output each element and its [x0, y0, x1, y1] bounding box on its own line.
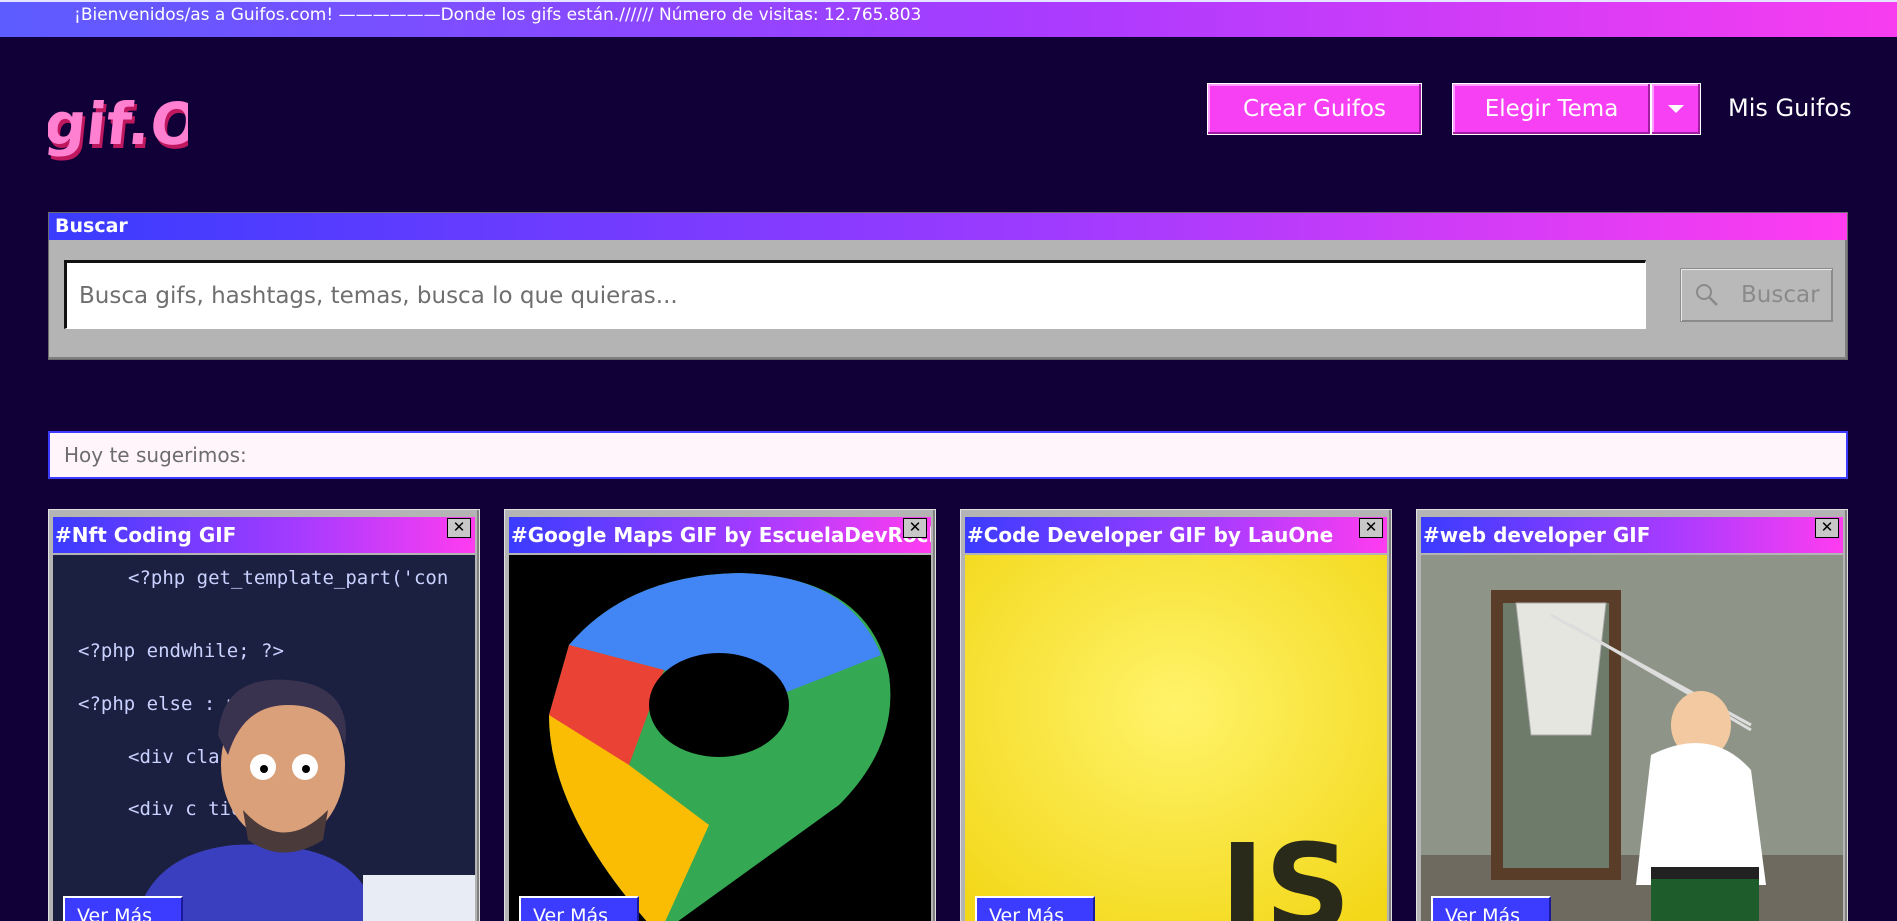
search-button[interactable]: Buscar: [1680, 268, 1833, 322]
js-logo-text: JS: [1213, 820, 1351, 921]
ver-mas-button[interactable]: Ver Más: [1431, 896, 1551, 921]
code-line: <?php endwhile; ?>: [78, 640, 284, 662]
gif-card: #web developer GIF ✕ Ver Más: [1416, 509, 1848, 921]
gif-card-title-text: #Google Maps GIF by EscuelaDevRock: [511, 523, 931, 547]
gif-card: #Nft Coding GIF ✕ <?php get_template_par…: [48, 509, 480, 921]
search-input[interactable]: [64, 260, 1646, 329]
gif-image-google-maps[interactable]: [509, 555, 931, 921]
crear-guifos-label: Crear Guifos: [1243, 96, 1386, 122]
chevron-down-icon: [1668, 105, 1684, 113]
elegir-tema-label: Elegir Tema: [1484, 96, 1619, 122]
gif-image-coding[interactable]: <?php get_template_part('con <?php endwh…: [53, 555, 475, 921]
elegir-tema-dropdown-button[interactable]: [1651, 83, 1701, 135]
gifos-logo[interactable]: gif.OS gif.OS: [41, 86, 247, 164]
search-panel: Buscar Buscar: [48, 212, 1848, 360]
ver-mas-button[interactable]: Ver Más: [975, 896, 1095, 921]
logo-text: gif.OS: [48, 90, 188, 158]
close-icon[interactable]: ✕: [447, 518, 471, 538]
gif-card-title: #Nft Coding GIF: [53, 517, 475, 553]
gif-card-title-text: #Code Developer GIF by LauOne: [967, 523, 1334, 547]
close-icon[interactable]: ✕: [1815, 518, 1839, 538]
gif-card-title-text: #Nft Coding GIF: [55, 523, 237, 547]
close-icon[interactable]: ✕: [1359, 518, 1383, 538]
gif-image-javascript[interactable]: JS: [965, 555, 1387, 921]
gif-card-title-text: #web developer GIF: [1423, 523, 1651, 547]
search-button-label: Buscar: [1741, 282, 1820, 308]
elegir-tema-button[interactable]: Elegir Tema: [1452, 83, 1651, 135]
welcome-text: ¡Bienvenidos/as a Guifos.com! ——————Dond…: [74, 5, 922, 25]
ver-mas-button[interactable]: Ver Más: [63, 896, 183, 921]
gif-card: #Code Developer GIF by LauOne ✕ JS Ver M…: [960, 509, 1392, 921]
gif-card: #Google Maps GIF by EscuelaDevRock ✕ Ver…: [504, 509, 936, 921]
gif-card-title: #Google Maps GIF by EscuelaDevRock: [509, 517, 931, 553]
crear-guifos-button[interactable]: Crear Guifos: [1207, 83, 1422, 135]
welcome-banner: ¡Bienvenidos/as a Guifos.com! ——————Dond…: [0, 0, 1897, 37]
gif-card-title: #Code Developer GIF by LauOne: [965, 517, 1387, 553]
mis-guifos-link[interactable]: Mis Guifos: [1728, 94, 1852, 122]
ver-mas-button[interactable]: Ver Más: [519, 896, 639, 921]
gif-image-web-developer[interactable]: [1421, 555, 1843, 921]
gif-card-title: #web developer GIF: [1421, 517, 1843, 553]
suggestions-heading: Hoy te sugerimos:: [48, 431, 1848, 479]
search-panel-title: Buscar: [49, 213, 1847, 240]
code-line: <?php get_template_part('con: [128, 567, 448, 589]
close-icon[interactable]: ✕: [903, 518, 927, 538]
search-icon: [1696, 284, 1718, 306]
